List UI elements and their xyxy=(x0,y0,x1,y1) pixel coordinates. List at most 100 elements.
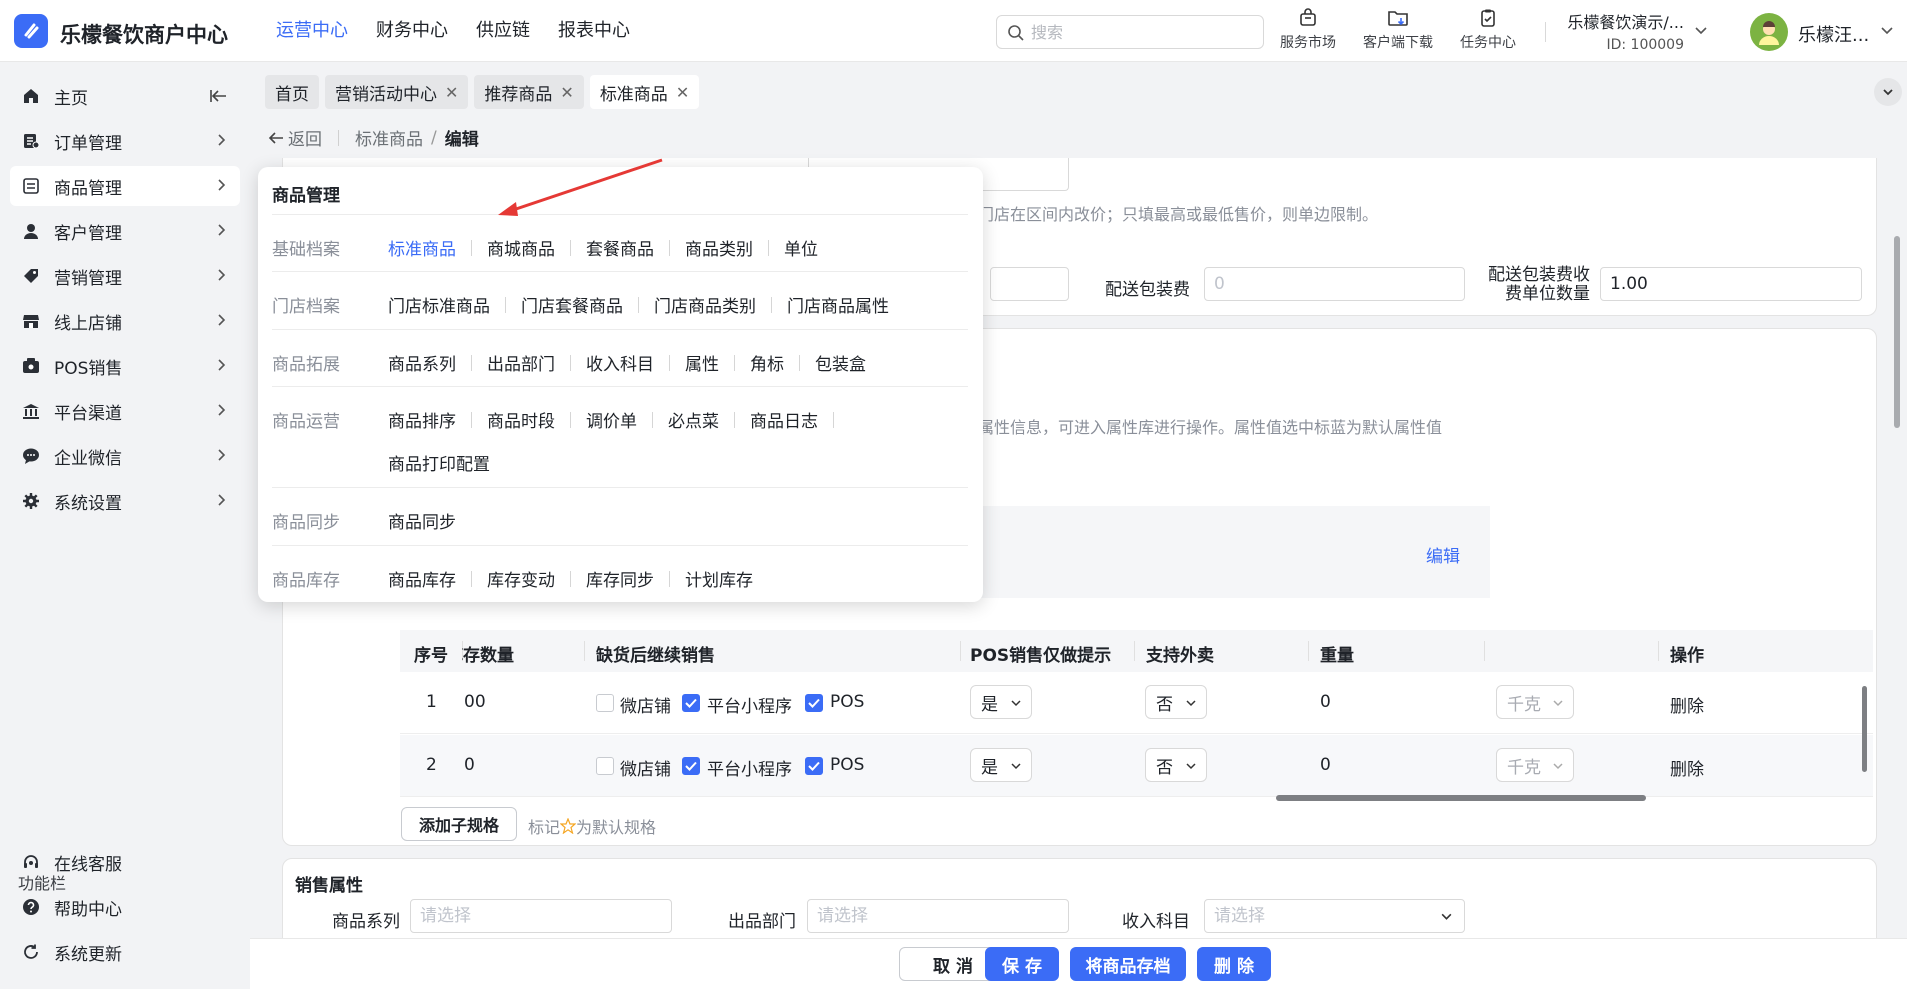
menu-item-store-combo-products[interactable]: 门店套餐商品 xyxy=(521,292,623,317)
pos-hint-select[interactable]: 是 xyxy=(970,685,1032,719)
menu-item-unit[interactable]: 单位 xyxy=(784,235,818,260)
client-download-button[interactable]: 客户端下载 xyxy=(1363,8,1433,52)
miniapp-checkbox[interactable] xyxy=(682,757,700,775)
table-row: 1 00 微店铺 平台小程序 POS 是 否 0 千克 删除 xyxy=(400,672,1873,734)
save-button[interactable]: 保 存 xyxy=(985,947,1059,981)
add-sub-spec-button[interactable]: 添加子规格 xyxy=(401,807,517,841)
weishop-checkbox[interactable] xyxy=(596,694,614,712)
menu-item-attributes[interactable]: 属性 xyxy=(685,350,719,375)
menu-item-required-dish[interactable]: 必点菜 xyxy=(668,407,719,432)
chevron-down-icon[interactable] xyxy=(1880,24,1894,38)
menu-item-series[interactable]: 商品系列 xyxy=(388,350,456,375)
pos-hint-select[interactable]: 是 xyxy=(970,748,1032,782)
takeaway-select[interactable]: 否 xyxy=(1145,685,1207,719)
menu-item-standard-products[interactable]: 标准商品 xyxy=(388,235,456,260)
income-select[interactable] xyxy=(1204,899,1465,933)
sidebar-item-online-service[interactable]: 在线客服 xyxy=(10,842,240,882)
breadcrumb-parent[interactable]: 标准商品 xyxy=(355,125,423,150)
menu-item-income-subject[interactable]: 收入科目 xyxy=(586,350,654,375)
sidebar-item-settings[interactable]: 系统设置 xyxy=(10,481,240,521)
top-nav-finance[interactable]: 财务中心 xyxy=(362,0,462,62)
sidebar-item-pos[interactable]: POS销售 xyxy=(10,346,240,386)
collapse-sidebar-icon[interactable] xyxy=(210,88,228,104)
tab-standard-products[interactable]: 标准商品 ✕ xyxy=(589,75,700,109)
pos-checkbox[interactable] xyxy=(805,694,823,712)
weight-unit-select[interactable]: 千克 xyxy=(1496,748,1574,782)
delivery-fee-input[interactable] xyxy=(1204,267,1465,301)
chevron-down-icon xyxy=(1553,700,1563,707)
chevron-down-icon[interactable] xyxy=(1694,24,1708,38)
sidebar-item-products[interactable]: 商品管理 xyxy=(10,166,240,206)
menu-item-planned-inventory[interactable]: 计划库存 xyxy=(685,566,753,591)
weishop-checkbox[interactable] xyxy=(596,757,614,775)
delete-row-link[interactable]: 删除 xyxy=(1670,755,1704,780)
archive-button[interactable]: 将商品存档 xyxy=(1070,947,1186,981)
menu-item-time-period[interactable]: 商品时段 xyxy=(487,407,555,432)
menu-item-combo-products[interactable]: 套餐商品 xyxy=(586,235,654,260)
arrow-left-icon[interactable] xyxy=(268,131,284,145)
table-row: 2 0 微店铺 平台小程序 POS 是 否 0 千克 删除 xyxy=(400,735,1873,797)
edit-attribute-link[interactable]: 编辑 xyxy=(1426,542,1460,567)
series-select[interactable] xyxy=(410,899,672,933)
weight-unit-select[interactable]: 千克 xyxy=(1496,685,1574,719)
department-select[interactable] xyxy=(807,899,1069,933)
menu-item-mall-products[interactable]: 商城商品 xyxy=(487,235,555,260)
account-switcher[interactable]: 乐檬餐饮演示/... ID: 100009 xyxy=(1564,9,1684,53)
menu-item-inventory[interactable]: 商品库存 xyxy=(388,566,456,591)
sidebar-item-marketing[interactable]: 营销管理 xyxy=(10,256,240,296)
top-nav-supply-chain[interactable]: 供应链 xyxy=(462,0,544,62)
sidebar-item-system-update[interactable]: 系统更新 xyxy=(10,932,240,972)
delete-row-link[interactable]: 删除 xyxy=(1670,692,1704,717)
delete-button[interactable]: 删 除 xyxy=(1197,947,1271,981)
menu-item-department[interactable]: 出品部门 xyxy=(487,350,555,375)
menu-item-corner-mark[interactable]: 角标 xyxy=(750,350,784,375)
delivery-unit-input[interactable] xyxy=(1600,267,1862,301)
miniapp-checkbox[interactable] xyxy=(682,694,700,712)
sidebar-item-customers[interactable]: 客户管理 xyxy=(10,211,240,251)
menu-item-print-config[interactable]: 商品打印配置 xyxy=(388,450,490,475)
col-action: 操作 xyxy=(1670,646,1704,666)
tab-marketing-center[interactable]: 营销活动中心 ✕ xyxy=(325,75,469,109)
sidebar-item-online-store[interactable]: 线上店铺 xyxy=(10,301,240,341)
sidebar-item-help[interactable]: 帮助中心 xyxy=(10,887,240,927)
menu-item-product-log[interactable]: 商品日志 xyxy=(750,407,818,432)
page-vertical-scrollbar[interactable] xyxy=(1894,236,1900,428)
partial-input[interactable] xyxy=(990,267,1069,301)
menu-item-inventory-change[interactable]: 库存变动 xyxy=(487,566,555,591)
search-input[interactable] xyxy=(1031,20,1251,44)
username[interactable]: 乐檬汪... xyxy=(1798,21,1869,47)
top-nav-operations[interactable]: 运营中心 xyxy=(262,0,362,62)
divider xyxy=(584,641,585,661)
sidebar-item-wecom[interactable]: 企业微信 xyxy=(10,436,240,476)
tab-home[interactable]: 首页 xyxy=(265,75,319,109)
menu-item-store-category[interactable]: 门店商品类别 xyxy=(654,292,756,317)
task-center-button[interactable]: 任务中心 xyxy=(1460,8,1516,52)
table-horizontal-scrollbar[interactable] xyxy=(1276,795,1646,801)
takeaway-select[interactable]: 否 xyxy=(1145,748,1207,782)
table-vertical-scrollbar[interactable] xyxy=(1862,686,1867,772)
menu-item-packaging-box[interactable]: 包装盒 xyxy=(815,350,866,375)
menu-item-store-attributes[interactable]: 门店商品属性 xyxy=(787,292,889,317)
sidebar-item-orders[interactable]: 订单管理 xyxy=(10,121,240,161)
app-logo-icon[interactable] xyxy=(14,14,48,48)
menu-item-sorting[interactable]: 商品排序 xyxy=(388,407,456,432)
menu-item-price-adjust[interactable]: 调价单 xyxy=(586,407,637,432)
menu-item-product-sync[interactable]: 商品同步 xyxy=(388,508,456,533)
menu-item-inventory-sync[interactable]: 库存同步 xyxy=(586,566,654,591)
close-icon[interactable]: ✕ xyxy=(676,83,689,102)
menu-item-store-standard-products[interactable]: 门店标准商品 xyxy=(388,292,490,317)
tabs-more-button[interactable] xyxy=(1874,78,1902,106)
tab-recommended-products[interactable]: 推荐商品 ✕ xyxy=(474,75,584,109)
pos-checkbox[interactable] xyxy=(805,757,823,775)
close-icon[interactable]: ✕ xyxy=(445,83,458,102)
menu-item-product-category[interactable]: 商品类别 xyxy=(685,235,753,260)
close-icon[interactable]: ✕ xyxy=(560,83,573,102)
back-link[interactable]: 返回 xyxy=(288,125,322,150)
sidebar-item-home[interactable]: 主页 xyxy=(10,76,240,116)
service-market-button[interactable]: 服务市场 xyxy=(1280,8,1336,52)
avatar[interactable] xyxy=(1750,13,1788,51)
headset-icon xyxy=(20,853,42,871)
sidebar-item-channels[interactable]: 平台渠道 xyxy=(10,391,240,431)
chevron-right-icon xyxy=(218,134,226,146)
top-nav-reports[interactable]: 报表中心 xyxy=(544,0,644,62)
